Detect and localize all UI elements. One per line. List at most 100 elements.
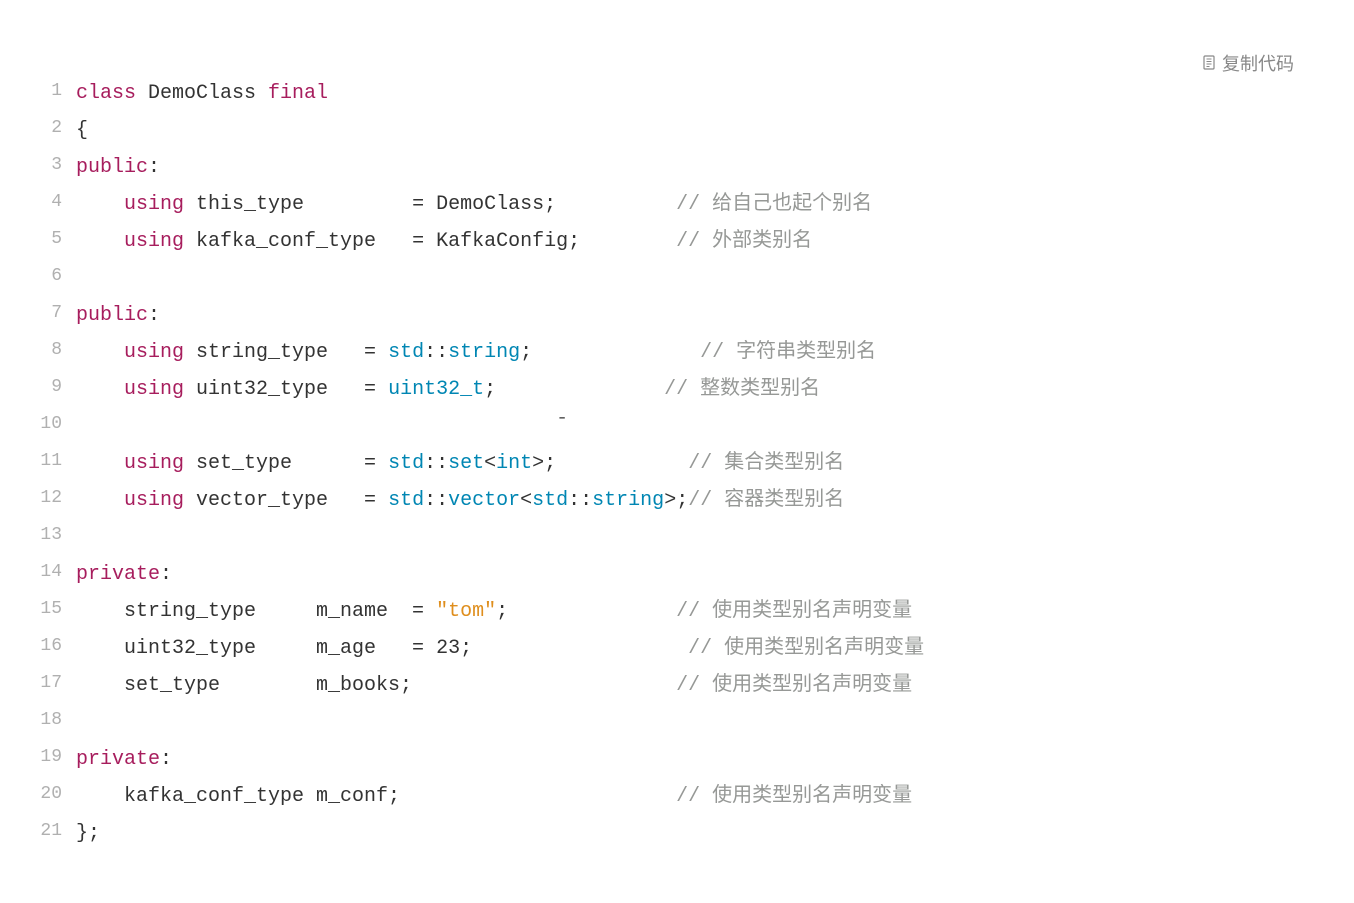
- code-container: 复制代码 1class DemoClass final2{3public:4 u…: [40, 40, 1324, 852]
- code-line: 21};: [40, 815, 1324, 852]
- token-kw: private: [76, 748, 160, 771]
- line-content: kafka_conf_type m_conf; // 使用类型别名声明变量: [76, 778, 1324, 815]
- token-comment: // 整数类型别名: [664, 378, 820, 401]
- token-plain: string_type m_name =: [76, 600, 436, 623]
- code-block: 1class DemoClass final2{3public:4 using …: [40, 40, 1324, 852]
- code-line: 11 using set_type = std::set<int>; // 集合…: [40, 445, 1324, 482]
- token-plain: string_type =: [184, 341, 388, 364]
- token-plain: [76, 230, 124, 253]
- token-plain: [76, 378, 124, 401]
- token-type: std: [388, 341, 424, 364]
- token-punct: };: [76, 822, 100, 845]
- code-line: 19private:: [40, 741, 1324, 778]
- line-number: 3: [40, 149, 76, 186]
- line-content: class DemoClass final: [76, 75, 1324, 112]
- token-comment: // 使用类型别名声明变量: [688, 637, 924, 660]
- token-punct: :: [148, 304, 160, 327]
- line-content: using uint32_type = uint32_t; // 整数类型别名: [76, 371, 1324, 408]
- token-punct: :: [148, 156, 160, 179]
- code-line: 13: [40, 519, 1324, 556]
- token-plain: DemoClass: [136, 82, 268, 105]
- token-comment: // 使用类型别名声明变量: [676, 600, 912, 623]
- token-plain: ;: [520, 341, 700, 364]
- line-number: 5: [40, 223, 76, 260]
- line-number: 8: [40, 334, 76, 371]
- line-content: public:: [76, 297, 1324, 334]
- token-plain: ::: [424, 341, 448, 364]
- line-content: [76, 260, 1324, 297]
- copy-code-label: 复制代码: [1222, 50, 1294, 76]
- token-kw: final: [268, 82, 328, 105]
- token-kw: using: [124, 193, 184, 216]
- code-line: 7public:: [40, 297, 1324, 334]
- code-line: 10 ˉ: [40, 408, 1324, 445]
- token-type: std: [388, 452, 424, 475]
- token-plain: <: [484, 452, 496, 475]
- line-content: using set_type = std::set<int>; // 集合类型别…: [76, 445, 1324, 482]
- line-number: 10: [40, 408, 76, 445]
- token-type: vector: [448, 489, 520, 512]
- line-number: 9: [40, 371, 76, 408]
- line-content: [76, 704, 1324, 741]
- token-type: set: [448, 452, 484, 475]
- line-content: uint32_type m_age = 23; // 使用类型别名声明变量: [76, 630, 1324, 667]
- line-content: ˉ: [76, 408, 1324, 445]
- code-line: 17 set_type m_books; // 使用类型别名声明变量: [40, 667, 1324, 704]
- line-content: set_type m_books; // 使用类型别名声明变量: [76, 667, 1324, 704]
- line-content: using string_type = std::string; // 字符串类…: [76, 334, 1324, 371]
- token-kw: class: [76, 82, 136, 105]
- token-comment: // 集合类型别名: [688, 452, 844, 475]
- token-type: string: [592, 489, 664, 512]
- token-plain: <: [520, 489, 532, 512]
- token-punct: {: [76, 119, 88, 142]
- code-line: 15 string_type m_name = "tom"; // 使用类型别名…: [40, 593, 1324, 630]
- line-number: 21: [40, 815, 76, 852]
- line-content: string_type m_name = "tom"; // 使用类型别名声明变…: [76, 593, 1324, 630]
- token-kw: using: [124, 378, 184, 401]
- code-line: 3public:: [40, 149, 1324, 186]
- line-number: 11: [40, 445, 76, 482]
- line-content: };: [76, 815, 1324, 852]
- line-number: 12: [40, 482, 76, 519]
- token-comment: // 使用类型别名声明变量: [676, 785, 912, 808]
- token-plain: [76, 341, 124, 364]
- token-plain: ::: [568, 489, 592, 512]
- token-type: std: [532, 489, 568, 512]
- token-plain: uint32_type m_age =: [76, 637, 436, 660]
- line-content: {: [76, 112, 1324, 149]
- line-content: using kafka_conf_type = KafkaConfig; // …: [76, 223, 1324, 260]
- line-number: 20: [40, 778, 76, 815]
- token-plain: ;: [460, 637, 688, 660]
- token-punct: :: [160, 563, 172, 586]
- token-plain: [76, 489, 124, 512]
- line-number: 18: [40, 704, 76, 741]
- code-line: 6: [40, 260, 1324, 297]
- code-line: 4 using this_type = DemoClass; // 给自己也起个…: [40, 186, 1324, 223]
- token-plain: ;: [496, 600, 676, 623]
- token-plain: set_type m_books;: [76, 674, 676, 697]
- code-line: 12 using vector_type = std::vector<std::…: [40, 482, 1324, 519]
- token-type: uint32_t: [388, 378, 484, 401]
- line-content: using this_type = DemoClass; // 给自己也起个别名: [76, 186, 1324, 223]
- token-plain: [76, 452, 124, 475]
- code-line: 1class DemoClass final: [40, 75, 1324, 112]
- token-plain: set_type =: [184, 452, 388, 475]
- line-number: 13: [40, 519, 76, 556]
- token-plain: ;: [484, 378, 664, 401]
- token-type: std: [388, 489, 424, 512]
- token-kw: private: [76, 563, 160, 586]
- line-number: 17: [40, 667, 76, 704]
- copy-code-button[interactable]: 复制代码: [1201, 50, 1294, 76]
- line-content: private:: [76, 741, 1324, 778]
- line-number: 19: [40, 741, 76, 778]
- token-str: "tom": [436, 600, 496, 623]
- token-comment: // 给自己也起个别名: [676, 193, 872, 216]
- token-punct: :: [160, 748, 172, 771]
- token-plain: uint32_type =: [184, 378, 388, 401]
- line-number: 6: [40, 260, 76, 297]
- line-number: 4: [40, 186, 76, 223]
- token-plain: ::: [424, 489, 448, 512]
- line-number: 7: [40, 297, 76, 334]
- token-num: 23: [436, 637, 460, 660]
- line-number: 16: [40, 630, 76, 667]
